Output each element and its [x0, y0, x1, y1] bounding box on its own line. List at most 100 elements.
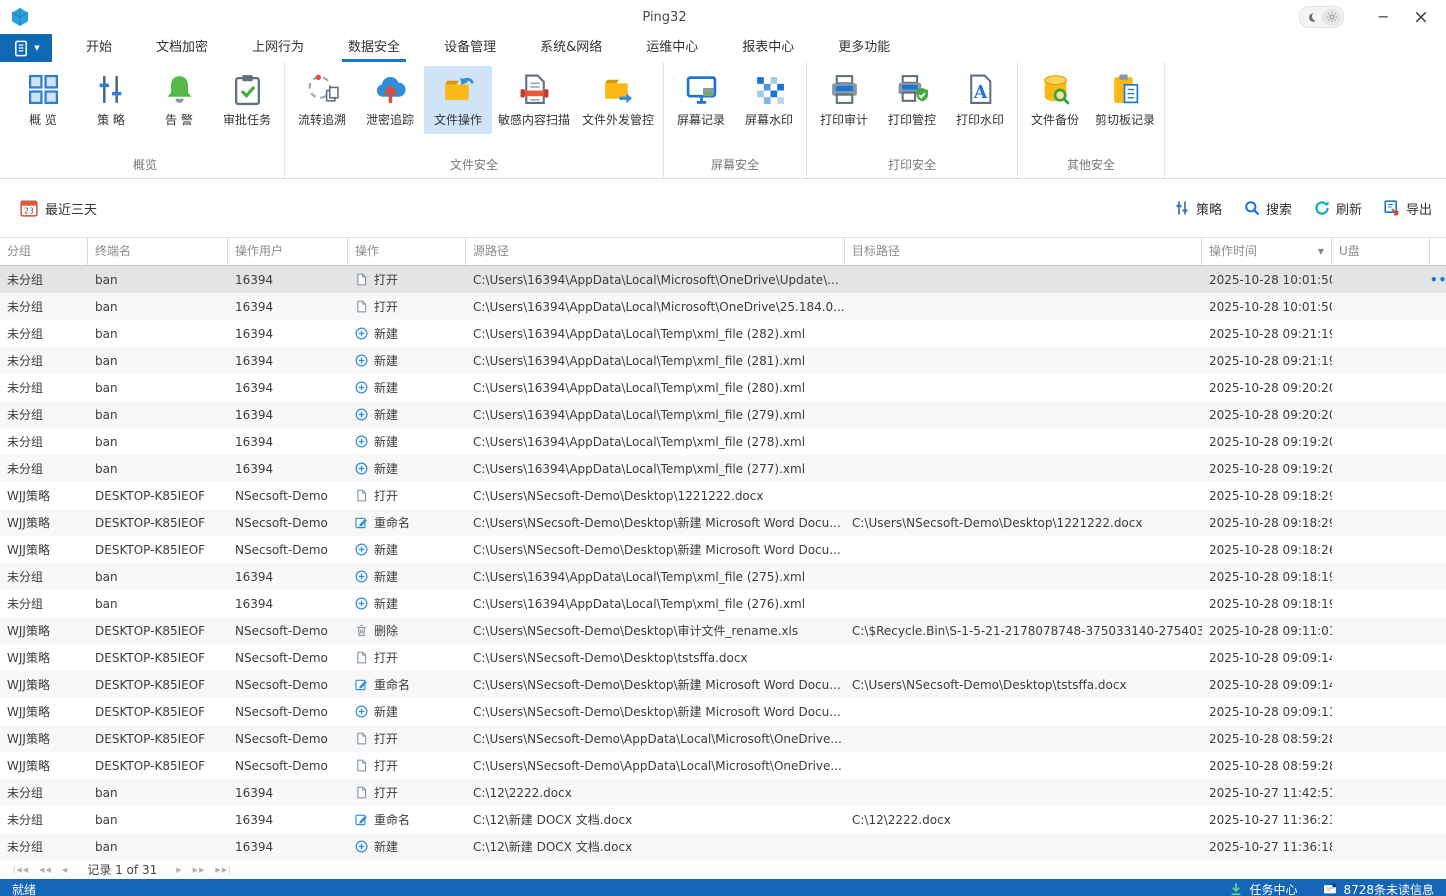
- column-header-terminal[interactable]: 终端名: [88, 238, 228, 265]
- column-header-target[interactable]: 目标路径: [845, 238, 1202, 265]
- ribbon-item-alerts[interactable]: 告 警: [145, 66, 213, 134]
- cell-time: 2025-10-27 11:36:18: [1202, 840, 1332, 854]
- ribbon-item-flow-trace[interactable]: 流转追溯: [288, 66, 356, 134]
- table-row[interactable]: 未分组ban16394新建C:\Users\16394\AppData\Loca…: [0, 563, 1446, 590]
- overview-icon: [27, 73, 60, 106]
- cell-operation: 新建: [348, 703, 466, 720]
- cell-group: WJJ策略: [0, 514, 88, 531]
- light-mode-sun-icon[interactable]: [1322, 9, 1341, 26]
- table-row[interactable]: 未分组ban16394新建C:\Users\16394\AppData\Loca…: [0, 590, 1446, 617]
- cell-source-path: C:\12\新建 DOCX 文档.docx: [466, 838, 845, 855]
- ribbon-item-print-watermark[interactable]: A打印水印: [946, 66, 1014, 134]
- ribbon-item-file-backup[interactable]: 文件备份: [1021, 66, 1089, 134]
- cell-terminal: ban: [88, 354, 228, 368]
- table-row[interactable]: 未分组ban16394打开C:\Users\16394\AppData\Loca…: [0, 266, 1446, 293]
- table-row[interactable]: WJJ策略DESKTOP-K85IEOFNSecsoft-Demo重命名C:\U…: [0, 509, 1446, 536]
- ribbon-group-print-security: 打印审计打印管控A打印水印打印安全: [807, 62, 1018, 178]
- page-prev-group-button[interactable]: ◀◀: [34, 866, 57, 874]
- cell-group: WJJ策略: [0, 703, 88, 720]
- ribbon-item-leak-trace[interactable]: 泄密追踪: [356, 66, 424, 134]
- table-row[interactable]: WJJ策略DESKTOP-K85IEOFNSecsoft-Demo打开C:\Us…: [0, 644, 1446, 671]
- column-header-usb[interactable]: U盘: [1332, 238, 1430, 265]
- table-row[interactable]: 未分组ban16394新建C:\12\新建 DOCX 文档.docx2025-1…: [0, 833, 1446, 860]
- cell-source-path: C:\Users\NSecsoft-Demo\Desktop\tstsffa.d…: [466, 651, 845, 665]
- tab-data-security[interactable]: 数据安全: [326, 34, 422, 62]
- table-row[interactable]: 未分组ban16394新建C:\Users\16394\AppData\Loca…: [0, 401, 1446, 428]
- page-last-button[interactable]: ▶▶|: [210, 866, 236, 874]
- tab-ops-center[interactable]: 运维中心: [624, 34, 720, 62]
- table-row[interactable]: WJJ策略DESKTOP-K85IEOFNSecsoft-Demo新建C:\Us…: [0, 536, 1446, 563]
- dark-mode-moon-icon[interactable]: [1302, 9, 1321, 26]
- cell-operation: 重命名: [348, 811, 466, 828]
- print-control-icon: [896, 73, 929, 106]
- list-menu-icon: [12, 39, 31, 58]
- search-sm-icon: [1244, 200, 1260, 216]
- table-row[interactable]: WJJ策略DESKTOP-K85IEOFNSecsoft-Demo重命名C:\U…: [0, 671, 1446, 698]
- theme-toggle[interactable]: [1299, 6, 1344, 28]
- minimize-button[interactable]: ─: [1366, 3, 1400, 31]
- ribbon-group-screen-security: 屏幕记录屏幕水印屏幕安全: [664, 62, 807, 178]
- column-header-op[interactable]: 操作: [348, 238, 466, 265]
- page-prev-button[interactable]: ◀: [57, 866, 73, 874]
- close-button[interactable]: ×: [1404, 3, 1438, 31]
- ribbon-item-overview[interactable]: 概 览: [9, 66, 77, 134]
- column-header-user[interactable]: 操作用户: [228, 238, 348, 265]
- page-next-button[interactable]: ▶: [171, 866, 187, 874]
- tab-start[interactable]: 开始: [64, 34, 134, 62]
- ribbon-item-policy[interactable]: 策 略: [77, 66, 145, 134]
- table-row[interactable]: 未分组ban16394新建C:\Users\16394\AppData\Loca…: [0, 455, 1446, 482]
- tab-report-center[interactable]: 报表中心: [720, 34, 816, 62]
- app-menu-button[interactable]: ▼: [0, 34, 52, 62]
- table-row[interactable]: WJJ策略DESKTOP-K85IEOFNSecsoft-Demo删除C:\Us…: [0, 617, 1446, 644]
- new-icon: [355, 381, 368, 394]
- ribbon-item-file-operations[interactable]: 文件操作: [424, 66, 492, 134]
- date-range-filter[interactable]: 23 最近三天: [20, 199, 97, 218]
- table-row[interactable]: 未分组ban16394新建C:\Users\16394\AppData\Loca…: [0, 428, 1446, 455]
- table-row[interactable]: 未分组ban16394打开C:\Users\16394\AppData\Loca…: [0, 293, 1446, 320]
- ribbon-item-approval-tasks[interactable]: 审批任务: [213, 66, 281, 134]
- cell-time: 2025-10-28 09:09:14: [1202, 651, 1332, 665]
- tab-device-management[interactable]: 设备管理: [422, 34, 518, 62]
- ribbon-item-content-scan[interactable]: 敏感内容扫描: [492, 66, 576, 134]
- page-next-group-button[interactable]: ▶▶: [188, 866, 211, 874]
- table-row[interactable]: 未分组ban16394新建C:\Users\16394\AppData\Loca…: [0, 374, 1446, 401]
- toolbar-policy-button[interactable]: 策略: [1174, 199, 1222, 218]
- ribbon-item-screen-record[interactable]: 屏幕记录: [667, 66, 735, 134]
- table-row[interactable]: WJJ策略DESKTOP-K85IEOFNSecsoft-Demo新建C:\Us…: [0, 698, 1446, 725]
- cell-user: 16394: [228, 597, 348, 611]
- cell-time: 2025-10-27 11:36:23: [1202, 813, 1332, 827]
- ribbon-item-file-outgoing-control[interactable]: 文件外发管控: [576, 66, 660, 134]
- toolbar-refresh-button[interactable]: 刷新: [1314, 199, 1362, 218]
- toolbar-export-button[interactable]: 导出: [1384, 199, 1432, 218]
- table-row[interactable]: WJJ策略DESKTOP-K85IEOFNSecsoft-Demo打开C:\Us…: [0, 725, 1446, 752]
- table-row[interactable]: 未分组ban16394打开C:\12\2222.docx2025-10-27 1…: [0, 779, 1446, 806]
- column-header-time[interactable]: 操作时间▼: [1202, 238, 1332, 265]
- ribbon-item-print-audit[interactable]: 打印审计: [810, 66, 878, 134]
- tab-more-features[interactable]: 更多功能: [816, 34, 912, 62]
- toolbar-search-button[interactable]: 搜索: [1244, 199, 1292, 218]
- filter-caret-icon[interactable]: ▼: [1318, 239, 1324, 264]
- table-row[interactable]: 未分组ban16394新建C:\Users\16394\AppData\Loca…: [0, 347, 1446, 374]
- column-header-group[interactable]: 分组: [0, 238, 88, 265]
- new-icon: [355, 354, 368, 367]
- ribbon-item-print-control[interactable]: 打印管控: [878, 66, 946, 134]
- table-row[interactable]: 未分组ban16394新建C:\Users\16394\AppData\Loca…: [0, 320, 1446, 347]
- tab-system-network[interactable]: 系统&网络: [518, 34, 624, 62]
- row-more-button[interactable]: •••: [1430, 273, 1446, 287]
- table-row[interactable]: WJJ策略DESKTOP-K85IEOFNSecsoft-Demo打开C:\Us…: [0, 482, 1446, 509]
- cell-terminal: DESKTOP-K85IEOF: [88, 678, 228, 692]
- table-header: 分组终端名操作用户操作源路径目标路径操作时间▼U盘: [0, 237, 1446, 266]
- menu-tabs: 开始文档加密上网行为数据安全设备管理系统&网络运维中心报表中心更多功能: [64, 34, 912, 62]
- table-row[interactable]: 未分组ban16394重命名C:\12\新建 DOCX 文档.docxC:\12…: [0, 806, 1446, 833]
- statusbar-task-center[interactable]: 任务中心: [1229, 881, 1297, 896]
- ribbon-item-screen-watermark[interactable]: 屏幕水印: [735, 66, 803, 134]
- column-header-source[interactable]: 源路径: [466, 238, 845, 265]
- tab-doc-encryption[interactable]: 文档加密: [134, 34, 230, 62]
- cell-operation: 新建: [348, 352, 466, 369]
- tab-web-behavior[interactable]: 上网行为: [230, 34, 326, 62]
- page-first-button[interactable]: |◀◀: [8, 866, 34, 874]
- cell-operation: 新建: [348, 838, 466, 855]
- table-row[interactable]: WJJ策略DESKTOP-K85IEOFNSecsoft-Demo打开C:\Us…: [0, 752, 1446, 779]
- ribbon-item-clipboard-record[interactable]: 剪切板记录: [1089, 66, 1161, 134]
- statusbar-unread-messages[interactable]: 8728条未读信息: [1323, 881, 1434, 896]
